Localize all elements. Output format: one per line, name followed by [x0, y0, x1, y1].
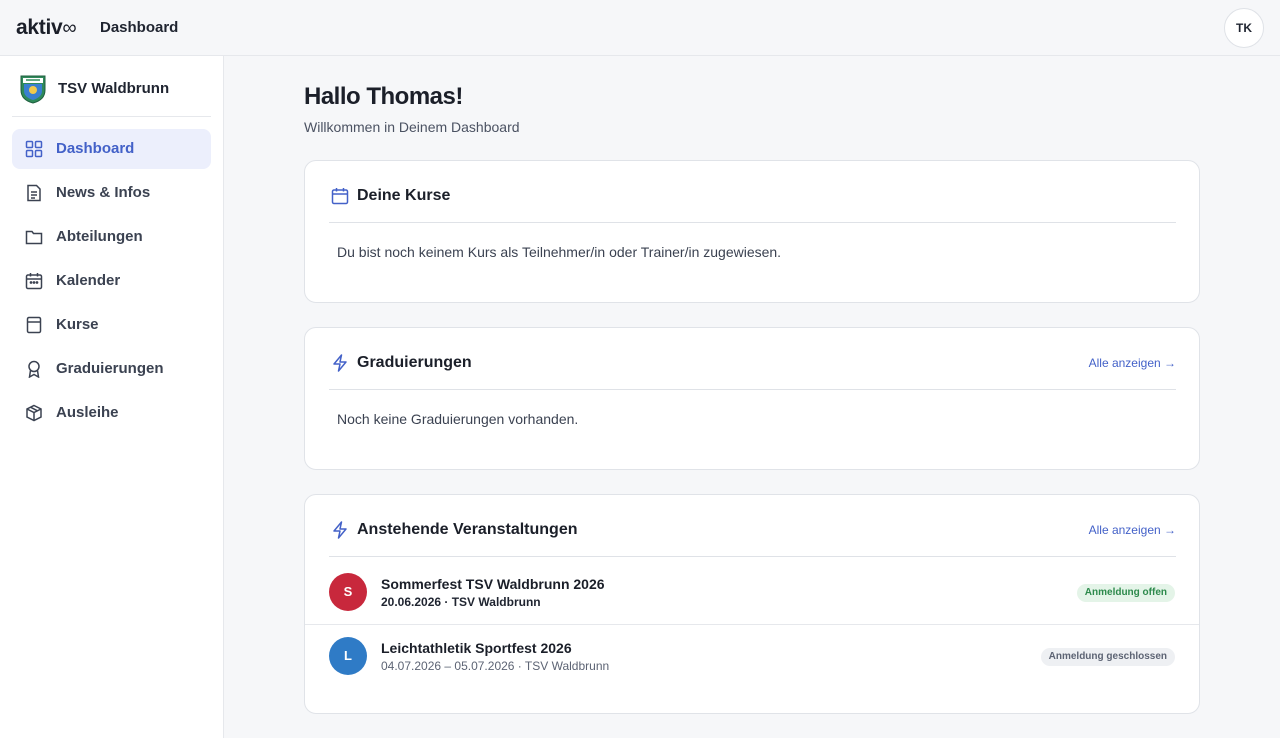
- sidebar: TSV Waldbrunn Dashboard News & Infos Abt…: [0, 56, 224, 738]
- event-meta: 20.06.2026 · TSV Waldbrunn: [381, 595, 541, 609]
- show-all-graduations-link[interactable]: Alle anzeigen →: [1089, 356, 1176, 370]
- event-avatar: L: [329, 637, 367, 675]
- lightning-icon: [333, 354, 347, 372]
- row-divider: [305, 624, 1199, 625]
- grid-icon: [25, 140, 43, 158]
- club-header[interactable]: TSV Waldbrunn: [20, 74, 210, 104]
- event-avatar: S: [329, 573, 367, 611]
- event-title[interactable]: Sommerfest TSV Waldbrunn 2026: [381, 576, 605, 593]
- event-title[interactable]: Leichtathletik Sportfest 2026: [381, 640, 572, 657]
- sidebar-item-label: Kalender: [56, 272, 121, 289]
- sidebar-item-graduierungen[interactable]: Graduierungen: [12, 349, 211, 389]
- calendar-icon: [331, 188, 349, 205]
- calendar-icon: [25, 273, 43, 290]
- sidebar-item-abteilungen[interactable]: Abteilungen: [12, 217, 211, 257]
- book-icon: [26, 316, 42, 334]
- club-crest-icon: [20, 75, 46, 104]
- sidebar-item-label: Ausleihe: [56, 404, 119, 421]
- event-row[interactable]: L Leichtathletik Sportfest 2026 04.07.20…: [305, 624, 1199, 688]
- courses-card: Deine Kurse Du bist noch keinem Kurs als…: [304, 160, 1200, 303]
- sidebar-nav: Dashboard News & Infos Abteilungen Kalen…: [12, 129, 211, 437]
- document-icon: [27, 184, 41, 202]
- events-card: Anstehende Veranstaltungen Alle anzeigen…: [304, 494, 1200, 714]
- sidebar-item-kurse[interactable]: Kurse: [12, 305, 211, 345]
- box-icon: [26, 404, 42, 422]
- card-title: Deine Kurse: [357, 187, 451, 204]
- folder-icon: [25, 230, 43, 245]
- greeting-heading: Hallo Thomas!: [304, 83, 463, 110]
- status-badge: Anmeldung offen: [1076, 584, 1175, 602]
- sidebar-item-label: Kurse: [56, 316, 99, 333]
- page-title: Dashboard: [100, 19, 179, 36]
- sidebar-item-kalender[interactable]: Kalender: [12, 261, 211, 301]
- graduations-card: Graduierungen Alle anzeigen → Noch keine…: [304, 327, 1200, 470]
- status-badge: Anmeldung geschlossen: [1040, 648, 1175, 666]
- event-row[interactable]: S Sommerfest TSV Waldbrunn 2026 20.06.20…: [305, 560, 1199, 624]
- greeting-subtitle: Willkommen in Deinem Dashboard: [304, 119, 520, 135]
- sidebar-item-label: Abteilungen: [56, 228, 143, 245]
- card-header: Deine Kurse: [329, 185, 1176, 223]
- card-header: Graduierungen Alle anzeigen →: [329, 352, 1176, 390]
- card-title: Anstehende Veranstaltungen: [357, 521, 578, 538]
- sidebar-item-label: Graduierungen: [56, 360, 164, 377]
- sidebar-item-label: Dashboard: [56, 140, 135, 157]
- sidebar-item-dashboard[interactable]: Dashboard: [12, 129, 211, 169]
- club-name: TSV Waldbrunn: [58, 80, 170, 97]
- sidebar-item-ausleihe[interactable]: Ausleihe: [12, 393, 211, 433]
- show-all-events-link[interactable]: Alle anzeigen →: [1089, 523, 1176, 537]
- user-avatar-button[interactable]: TK: [1224, 8, 1264, 48]
- app-logo[interactable]: aktiv∞: [16, 16, 77, 40]
- card-title: Graduierungen: [357, 354, 472, 371]
- award-icon: [28, 360, 40, 378]
- empty-state-text: Du bist noch keinem Kurs als Teilnehmer/…: [337, 244, 782, 260]
- top-bar: aktiv∞ Dashboard TK: [0, 0, 1280, 56]
- sidebar-item-news[interactable]: News & Infos: [12, 173, 211, 213]
- main-content: Hallo Thomas! Willkommen in Deinem Dashb…: [224, 56, 1280, 738]
- sidebar-divider: [12, 116, 211, 117]
- sidebar-item-label: News & Infos: [56, 184, 151, 201]
- lightning-icon: [333, 521, 347, 539]
- card-header: Anstehende Veranstaltungen Alle anzeigen…: [329, 519, 1176, 557]
- empty-state-text: Noch keine Graduierungen vorhanden.: [337, 411, 579, 427]
- event-meta: 04.07.2026 – 05.07.2026 · TSV Waldbrunn: [381, 659, 610, 673]
